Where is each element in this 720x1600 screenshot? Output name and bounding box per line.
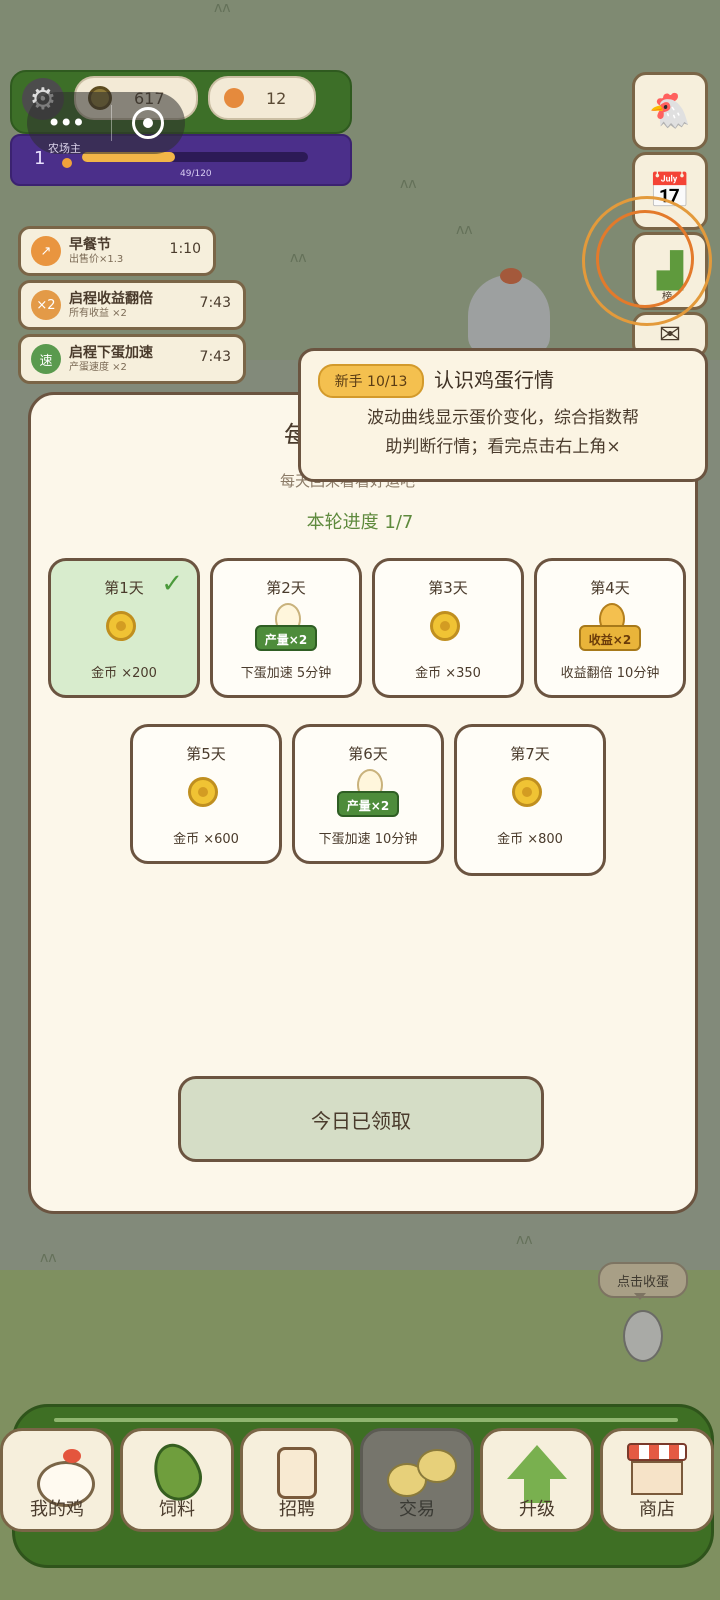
nav-label: 升级 (519, 1499, 555, 1520)
nav-my-chickens[interactable]: 我的鸡 (0, 1428, 114, 1532)
day-card-1[interactable]: 第1天 ✓ 金币 ×200 (48, 558, 200, 698)
nav-label: 饲料 (159, 1499, 195, 1520)
day-card-3[interactable]: 第3天 金币 ×350 (372, 558, 524, 698)
buff-item[interactable]: ↗ 早餐节 出售价×1.3 1:10 (18, 226, 216, 276)
capsule-divider (111, 105, 113, 141)
chicken-pair-icon: 🐔 (648, 91, 692, 131)
buff-item[interactable]: 速 启程下蛋加速 产蛋速度 ×2 7:43 (18, 334, 246, 384)
nav-shop[interactable]: 商店 (600, 1428, 714, 1532)
more-dots-icon[interactable]: ••• (47, 109, 85, 137)
hint-pointer (634, 1293, 646, 1300)
day-label: 第2天 (266, 579, 306, 597)
nav-trade[interactable]: 交易 (360, 1428, 474, 1532)
egg-icon (224, 88, 244, 108)
buff-timer: 1:10 (169, 241, 201, 257)
nav-upgrade[interactable]: 升级 (480, 1428, 594, 1532)
player-level: 1 (34, 148, 46, 169)
grass-tuft: ᴧᴧ (40, 1250, 57, 1266)
tutorial-highlight-ring-inner (596, 210, 694, 308)
nav-recruit[interactable]: 招聘 (240, 1428, 354, 1532)
day-reward: 收益翻倍 10分钟 (560, 666, 660, 681)
day-card-4[interactable]: 第4天 收益×2 收益翻倍 10分钟 (534, 558, 686, 698)
mail-icon: ✉ (659, 320, 681, 350)
nav-label: 招聘 (279, 1499, 315, 1520)
buff-item[interactable]: ×2 启程收益翻倍 所有收益 ×2 7:43 (18, 280, 246, 330)
day-label: 第3天 (428, 579, 468, 597)
tutorial-line: 助判断行情；看完点击右上角× (385, 437, 621, 457)
gold-coin-icon (512, 777, 542, 807)
background-chicken (468, 275, 550, 355)
chicks-trade-icon (387, 1443, 457, 1503)
buff-timer: 7:43 (199, 349, 231, 365)
leaf-icon (145, 1436, 209, 1508)
income-boost-icon: 收益×2 (579, 601, 641, 657)
grass-tuft: ᴧᴧ (456, 222, 473, 238)
price-up-icon: ↗ (31, 236, 61, 266)
day-label: 第5天 (186, 745, 226, 763)
production-boost-icon: 产量×2 (337, 767, 399, 823)
day-label: 第7天 (510, 745, 550, 763)
buff-subtitle: 产蛋速度 ×2 (69, 361, 127, 373)
claimed-today-button[interactable]: 今日已领取 (178, 1076, 544, 1162)
day-reward: 金币 ×200 (91, 666, 157, 681)
buff-title: 早餐节 (69, 236, 111, 253)
buff-subtitle: 出售价×1.3 (69, 253, 124, 265)
background-chicken-comb (500, 268, 522, 284)
grass-tuft: ᴧᴧ (214, 0, 231, 16)
id-badge-icon (267, 1443, 327, 1503)
tutorial-body: 波动曲线显示蛋价变化，综合指数帮 助判断行情；看完点击右上角× (328, 404, 678, 462)
gold-coin-icon (430, 611, 460, 641)
day-label: 第4天 (590, 579, 630, 597)
day-reward: 下蛋加速 10分钟 (318, 832, 418, 847)
egg-counter: 12 (208, 76, 316, 120)
double-income-icon: ×2 (31, 290, 61, 320)
farmer-title: 农场主 (48, 142, 81, 155)
hen-icon (27, 1443, 95, 1507)
day-card-5[interactable]: 第5天 金币 ×600 (130, 724, 282, 864)
close-miniprogram-icon[interactable] (132, 107, 165, 139)
day-reward: 金币 ×600 (173, 832, 239, 847)
day-reward: 金币 ×350 (415, 666, 481, 681)
speed-up-icon: 速 (31, 344, 61, 374)
collectable-egg-icon[interactable] (623, 1310, 663, 1362)
day-card-7[interactable]: 第7天 金币 ×800 (454, 724, 606, 876)
boost-sign-text: 产量×2 (255, 625, 317, 651)
production-boost-icon: 产量×2 (255, 601, 317, 657)
round-progress: 本轮进度 1/7 (306, 512, 414, 533)
nav-label: 商店 (639, 1499, 675, 1520)
buff-timer: 7:43 (199, 295, 231, 311)
boost-sign-text: 产量×2 (337, 791, 399, 817)
gold-coin-icon (106, 611, 136, 641)
buff-subtitle: 所有收益 ×2 (69, 307, 127, 319)
grass-tuft: ᴧᴧ (400, 176, 417, 192)
grass-tuft: ᴧᴧ (290, 250, 307, 266)
buff-title: 启程下蛋加速 (69, 344, 153, 361)
upgrade-arrow-icon (507, 1443, 567, 1503)
xp-text: 49/120 (180, 169, 212, 179)
level-marker-icon (62, 158, 72, 168)
nav-label: 交易 (399, 1499, 435, 1520)
buff-title: 启程收益翻倍 (69, 290, 153, 307)
nav-label: 我的鸡 (30, 1499, 84, 1520)
egg-count: 12 (266, 88, 287, 108)
gold-coin-icon (188, 777, 218, 807)
grass-tuft: ᴧᴧ (516, 1232, 533, 1248)
checkmark-icon: ✓ (161, 569, 183, 599)
tutorial-step-badge: 新手 10/13 (318, 364, 424, 398)
day-card-2[interactable]: 第2天 产量×2 下蛋加速 5分钟 (210, 558, 362, 698)
boost-sign-text: 收益×2 (579, 625, 641, 651)
chicken-friends-button[interactable]: 🐔 (632, 72, 708, 150)
day-card-6[interactable]: 第6天 产量×2 下蛋加速 10分钟 (292, 724, 444, 864)
nav-rail (54, 1418, 678, 1422)
shop-icon (627, 1443, 687, 1503)
tutorial-title: 认识鸡蛋行情 (434, 368, 554, 392)
day-label: 第6天 (348, 745, 388, 763)
nav-feed[interactable]: 饲料 (120, 1428, 234, 1532)
tutorial-line: 波动曲线显示蛋价变化，综合指数帮 (367, 408, 639, 428)
day-reward: 金币 ×800 (497, 832, 563, 847)
day-reward: 下蛋加速 5分钟 (240, 666, 332, 681)
